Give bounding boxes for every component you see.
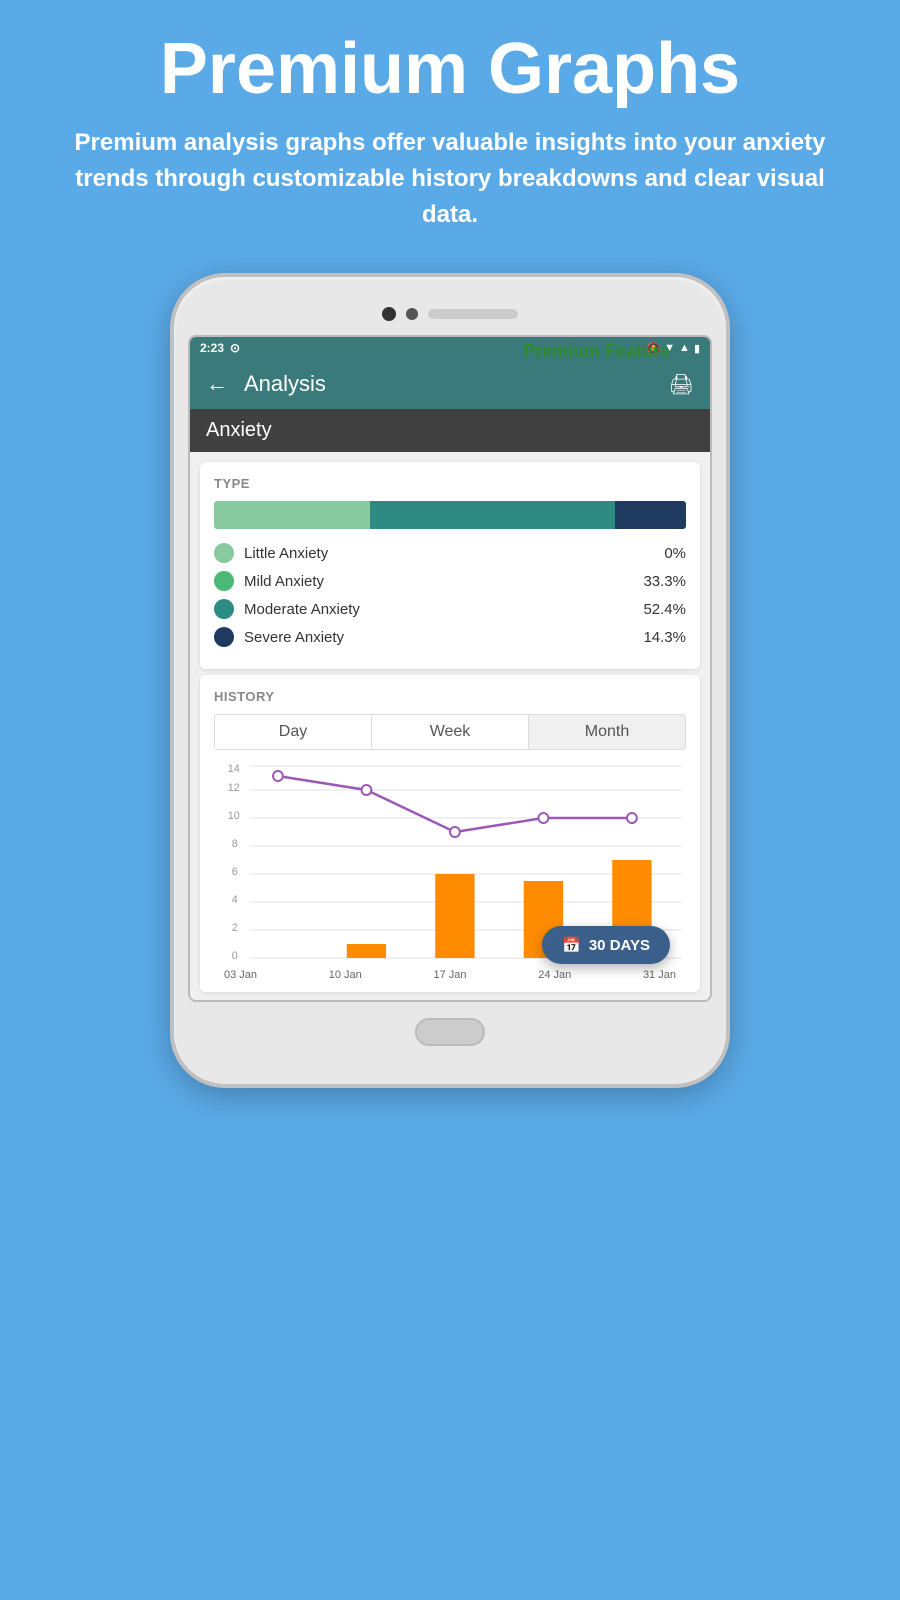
type-bar-chart [214, 501, 686, 529]
legend-item: Mild Anxiety 33.3% [214, 571, 686, 591]
speaker [428, 309, 518, 319]
status-left: 2:23 ⊙ [200, 341, 240, 355]
wifi-icon: ▲ [679, 342, 690, 354]
svg-text:0: 0 [232, 950, 238, 962]
x-label-1: 03 Jan [224, 969, 257, 981]
phone-device: 2:23 ⊙ 🔕 ▼ ▲ ▮ ← Analysis 🖨 Anxiety [170, 273, 730, 1088]
chart-area: 0 2 4 6 8 10 12 14 [214, 762, 686, 992]
svg-text:14: 14 [228, 763, 240, 775]
type-card: TYPE Little Anxiety 0% Mild Anxiety 33.3… [200, 462, 700, 669]
header-section: Premium Graphs Premium analysis graphs o… [0, 0, 900, 253]
phone-top-bar [188, 297, 712, 335]
calendar-icon: 📅 [562, 936, 581, 954]
tab-month[interactable]: Month [529, 715, 685, 749]
print-button[interactable]: 🖨 [669, 372, 694, 397]
legend-label: Little Anxiety [244, 545, 328, 562]
legend-label: Moderate Anxiety [244, 601, 360, 618]
anxiety-section-header: Anxiety [190, 409, 710, 452]
history-label: HISTORY [214, 689, 686, 704]
x-label-3: 17 Jan [433, 969, 466, 981]
legend-item: Severe Anxiety 14.3% [214, 627, 686, 647]
svg-text:2: 2 [232, 922, 238, 934]
legend-left: Severe Anxiety [214, 627, 344, 647]
dot-4 [539, 813, 549, 823]
legend-container: Little Anxiety 0% Mild Anxiety 33.3% Mod… [214, 543, 686, 647]
bar-severe [615, 501, 686, 529]
days-label: 30 DAYS [589, 937, 650, 954]
legend-item: Little Anxiety 0% [214, 543, 686, 563]
dot-1 [273, 771, 283, 781]
legend-dot [214, 627, 234, 647]
days-filter-button[interactable]: 📅 30 DAYS [542, 926, 670, 964]
bar-little [214, 501, 370, 529]
phone-wrapper: Premium Feature 2:23 ⊙ 🔕 ▼ ▲ ▮ [170, 273, 730, 1088]
type-label: TYPE [214, 476, 686, 491]
status-time: 2:23 [200, 341, 224, 355]
status-icon: ⊙ [230, 341, 240, 355]
trend-line [278, 776, 632, 832]
phone-screen: 2:23 ⊙ 🔕 ▼ ▲ ▮ ← Analysis 🖨 Anxiety [188, 335, 712, 1002]
subtitle: Premium analysis graphs offer valuable i… [60, 125, 840, 233]
history-card: HISTORY Day Week Month 0 2 4 6 8 [200, 675, 700, 992]
svg-text:12: 12 [228, 782, 240, 794]
dot-2 [362, 785, 372, 795]
svg-text:4: 4 [232, 894, 238, 906]
legend-value: 0% [664, 545, 686, 562]
bar-moderate [370, 501, 615, 529]
main-title: Premium Graphs [60, 30, 840, 109]
x-axis-labels: 03 Jan 10 Jan 17 Jan 24 Jan 31 Jan [214, 969, 686, 981]
legend-value: 52.4% [643, 601, 686, 618]
svg-text:10: 10 [228, 810, 240, 822]
legend-value: 33.3% [643, 573, 686, 590]
bar-10jan [347, 944, 386, 958]
premium-label: Premium Feature [523, 341, 670, 362]
dot-3 [450, 827, 460, 837]
history-tabs: Day Week Month [214, 714, 686, 750]
tab-day[interactable]: Day [215, 715, 372, 749]
home-button[interactable] [415, 1018, 485, 1046]
legend-value: 14.3% [643, 629, 686, 646]
legend-dot [214, 571, 234, 591]
app-bar-title: Analysis [244, 371, 669, 397]
legend-left: Mild Anxiety [214, 571, 324, 591]
tab-week[interactable]: Week [372, 715, 529, 749]
back-button[interactable]: ← [206, 371, 228, 397]
camera-dot [382, 307, 396, 321]
x-label-2: 10 Jan [329, 969, 362, 981]
phone-bottom [188, 1002, 712, 1054]
svg-text:8: 8 [232, 838, 238, 850]
legend-item: Moderate Anxiety 52.4% [214, 599, 686, 619]
app-bar: ← Analysis 🖨 [190, 359, 710, 409]
legend-dot [214, 543, 234, 563]
battery-icon: ▮ [694, 342, 700, 355]
bar-17jan [435, 874, 474, 958]
legend-left: Moderate Anxiety [214, 599, 360, 619]
legend-dot [214, 599, 234, 619]
dot-5 [627, 813, 637, 823]
x-label-5: 31 Jan [643, 969, 676, 981]
legend-label: Severe Anxiety [244, 629, 344, 646]
camera-dot2 [406, 308, 418, 320]
legend-label: Mild Anxiety [244, 573, 324, 590]
x-label-4: 24 Jan [538, 969, 571, 981]
svg-text:6: 6 [232, 866, 238, 878]
legend-left: Little Anxiety [214, 543, 328, 563]
